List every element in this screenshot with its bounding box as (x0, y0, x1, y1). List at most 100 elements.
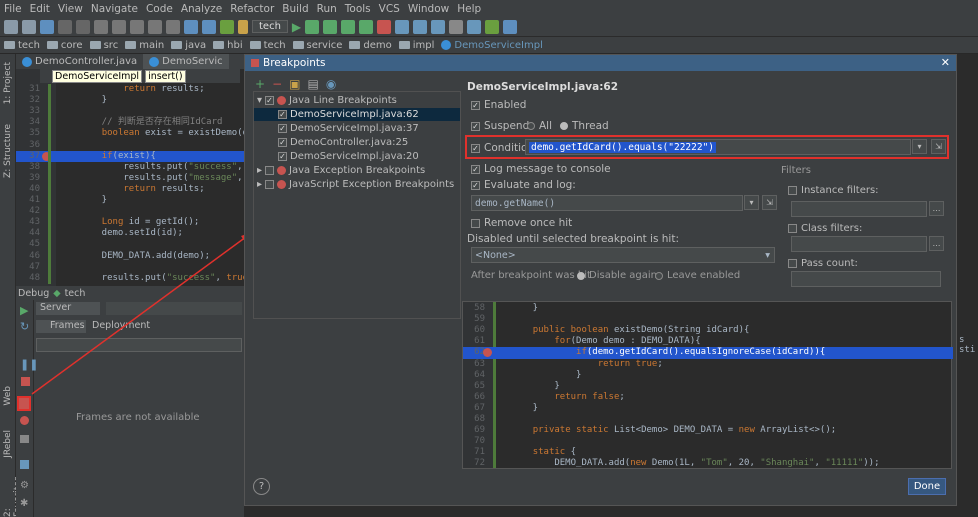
evaluate-log-checkbox[interactable]: ✓ Evaluate and log: (471, 179, 576, 191)
checkbox-box[interactable] (471, 218, 480, 228)
tree-item-breakpoint[interactable]: ✓ DemoServiceImpl.java:20 (278, 150, 419, 163)
nav-crumb[interactable]: demo (349, 40, 392, 51)
checkbox-box[interactable]: ✓ (471, 164, 480, 174)
run-icon[interactable]: ▶ (292, 20, 301, 34)
class-filters-checkbox[interactable]: Class filters: (788, 223, 862, 234)
enabled-checkbox[interactable]: ✓ Enabled (471, 99, 526, 111)
nav-crumb[interactable]: tech (4, 40, 40, 51)
radio-circle[interactable] (527, 122, 535, 130)
breadcrumb-class[interactable]: DemoServiceImpl (52, 69, 143, 83)
checkbox-box[interactable] (788, 259, 797, 268)
web-tool-tab[interactable]: Web (3, 386, 13, 406)
remove-once-checkbox[interactable]: Remove once hit (471, 217, 572, 229)
instance-filters-browse[interactable]: … (929, 201, 944, 216)
nav-crumb[interactable]: impl (398, 40, 434, 51)
checkbox-box[interactable]: ✓ (471, 180, 480, 190)
nav-crumb[interactable]: hbi (213, 40, 243, 51)
nav-crumb[interactable]: main (125, 40, 164, 51)
menu-item-analyze[interactable]: Analyze (181, 3, 222, 15)
back-icon[interactable] (184, 19, 198, 34)
menu-item-code[interactable]: Code (146, 3, 173, 15)
remove-icon[interactable]: − (272, 77, 282, 91)
expand-editor-icon[interactable]: ⇲ (931, 139, 946, 154)
find-icon[interactable] (148, 19, 162, 34)
expand-icon[interactable]: ▸ (257, 164, 262, 177)
item-checkbox[interactable]: ✓ (278, 138, 287, 147)
group-checkbox[interactable] (265, 166, 275, 175)
group-by-file-icon[interactable]: ▤ (307, 77, 318, 91)
nav-crumb-current[interactable]: DemoServiceImpl (441, 40, 543, 51)
help-icon[interactable] (503, 19, 518, 34)
tree-group-js-exception[interactable]: ▸ JavaScript Exception Breakpoints (257, 178, 454, 191)
radio-circle[interactable] (560, 122, 568, 130)
log-message-checkbox[interactable]: ✓ Log message to console (471, 163, 611, 175)
stop-icon[interactable] (377, 19, 392, 34)
refresh-icon[interactable]: ↻ (20, 320, 29, 333)
tab-democontroller[interactable]: DemoController.java (16, 54, 143, 69)
help-button[interactable]: ? (253, 478, 270, 495)
redo-icon[interactable] (76, 19, 90, 34)
evaluate-expand-icon[interactable]: ⇲ (762, 195, 777, 210)
condition-input[interactable]: demo.getIdCard().equals("22222") (525, 139, 911, 155)
menu-item-vcs[interactable]: VCS (379, 3, 400, 15)
instance-filters-checkbox[interactable]: Instance filters: (788, 185, 879, 196)
tree-item-breakpoint[interactable]: ✓ DemoServiceImpl.java:62 (254, 108, 460, 121)
run-config-select[interactable]: tech (252, 20, 288, 33)
leave-enabled-radio[interactable]: Leave enabled (655, 270, 740, 281)
breadcrumb-method[interactable]: insert() (145, 69, 186, 83)
gear-icon[interactable]: ⚙ (20, 480, 29, 491)
menu-item-navigate[interactable]: Navigate (91, 3, 138, 15)
profile-icon[interactable] (341, 19, 356, 34)
cut-icon[interactable] (94, 19, 108, 34)
tree-group-java-exception[interactable]: ▸ Java Exception Breakpoints (257, 164, 425, 177)
project-tool-tab[interactable]: 1: Project (3, 62, 13, 104)
settings-icon[interactable] (449, 19, 464, 34)
copy-icon[interactable] (112, 19, 126, 34)
expression-dropdown[interactable]: ▾ (912, 139, 927, 154)
radio-circle[interactable] (577, 271, 585, 280)
done-button[interactable]: Done (908, 478, 946, 495)
nav-crumb[interactable]: tech (249, 40, 286, 51)
jrebel-tool-tab[interactable]: JRebel (3, 430, 13, 458)
debug-icon[interactable] (305, 19, 320, 34)
checkbox-box[interactable]: ✓ (471, 121, 480, 131)
disabled-until-select[interactable]: <None> ▾ (471, 247, 775, 263)
run-config-icon[interactable] (238, 19, 248, 34)
vcs-update-icon[interactable] (395, 19, 410, 34)
menu-item-run[interactable]: Run (317, 3, 337, 15)
suspend-thread-radio[interactable]: Thread (560, 120, 609, 132)
deployment-tab[interactable]: Deployment (90, 320, 160, 333)
pass-count-checkbox[interactable]: Pass count: (788, 258, 858, 269)
forward-icon[interactable] (202, 19, 216, 34)
menu-item-help[interactable]: Help (457, 3, 481, 15)
checkbox-box[interactable] (788, 186, 797, 195)
open-icon[interactable] (4, 19, 18, 34)
sdk-icon[interactable] (485, 19, 500, 34)
save-icon[interactable] (22, 19, 36, 34)
evaluate-input[interactable]: demo.getName() (471, 195, 743, 211)
project-structure-icon[interactable] (467, 19, 482, 34)
expand-icon[interactable]: ▾ (257, 94, 262, 107)
nav-crumb[interactable]: service (292, 40, 342, 51)
class-filters-browse[interactable]: … (929, 236, 944, 251)
thread-select[interactable] (36, 338, 242, 352)
vcs-commit-icon[interactable] (413, 19, 428, 34)
item-checkbox[interactable]: ✓ (278, 124, 287, 133)
instance-filters-input[interactable] (791, 201, 927, 217)
camera-icon[interactable] (20, 435, 29, 443)
group-checkbox[interactable]: ✓ (265, 96, 275, 105)
menu-item-window[interactable]: Window (408, 3, 449, 15)
suspend-checkbox[interactable]: ✓ Suspend (471, 120, 529, 132)
pause-icon[interactable]: ❚❚ (20, 358, 38, 371)
tree-item-breakpoint[interactable]: ✓ DemoController.java:25 (278, 136, 408, 149)
add-icon[interactable]: + (255, 77, 265, 91)
build-icon[interactable] (220, 19, 234, 34)
checkbox-box[interactable]: ✓ (471, 143, 480, 153)
suspend-all-radio[interactable]: All (527, 120, 552, 132)
sync-icon[interactable] (40, 19, 54, 34)
frames-tab[interactable]: Frames (36, 320, 86, 333)
server-tab[interactable]: Server (36, 302, 100, 315)
code-editor[interactable]: 31 return results; 32 } 33 34 // 判断是否存在相同Id… (16, 69, 259, 286)
debug-config-name[interactable]: tech (65, 288, 86, 299)
radio-circle[interactable] (655, 271, 663, 280)
